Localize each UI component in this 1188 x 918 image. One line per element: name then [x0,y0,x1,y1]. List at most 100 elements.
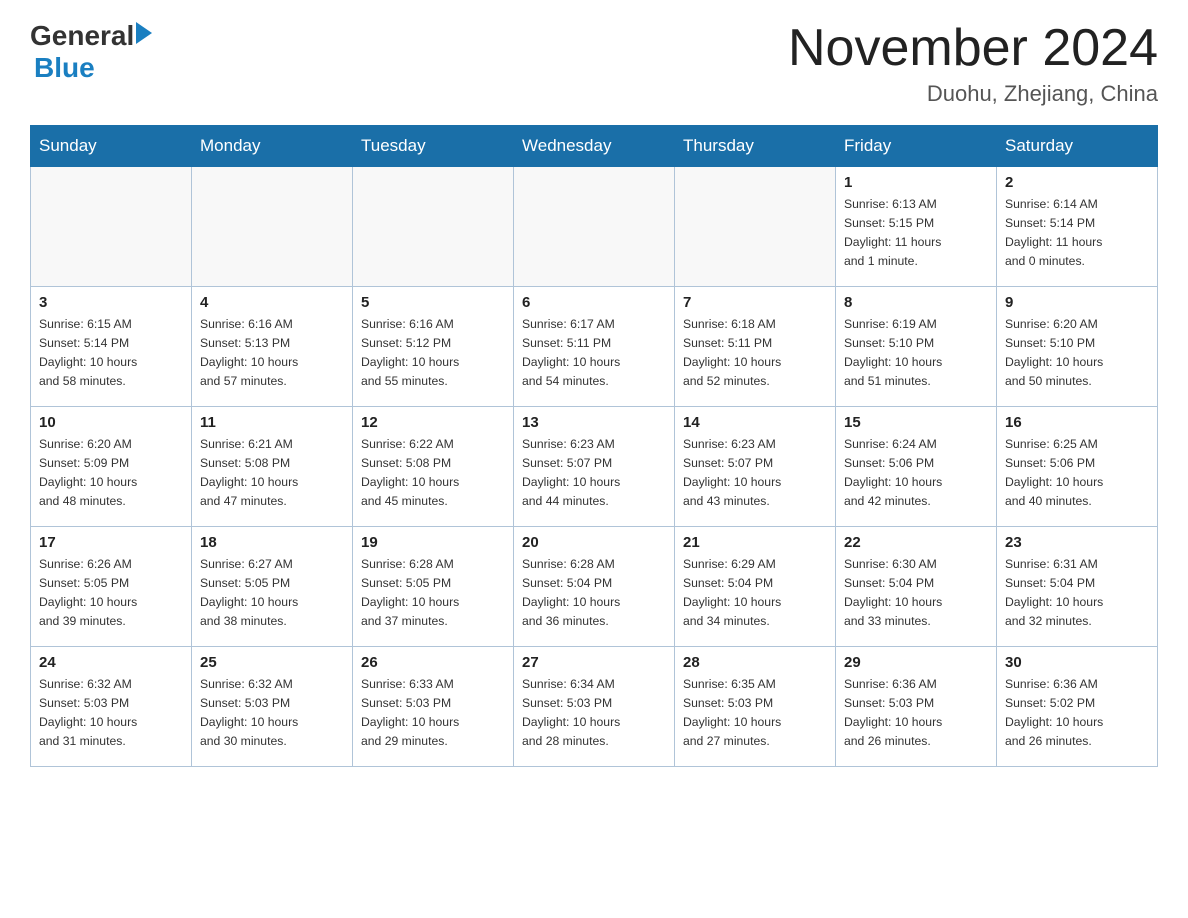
calendar-cell: 1 Sunrise: 6:13 AM Sunset: 5:15 PM Daylig… [836,167,997,287]
column-header-sunday: Sunday [31,126,192,167]
calendar-table: SundayMondayTuesdayWednesdayThursdayFrid… [30,125,1158,767]
calendar-cell [31,167,192,287]
calendar-cell: 18 Sunrise: 6:27 AM Sunset: 5:05 PM Dayli… [192,527,353,647]
day-info: Sunrise: 6:23 AM Sunset: 5:07 PM Dayligh… [683,435,827,511]
calendar-cell: 21 Sunrise: 6:29 AM Sunset: 5:04 PM Dayli… [675,527,836,647]
day-number: 18 [200,534,344,551]
logo-area: General Blue [30,20,152,84]
calendar-cell: 29 Sunrise: 6:36 AM Sunset: 5:03 PM Dayli… [836,647,997,767]
calendar-cell: 10Sunrise: 6:20 AM Sunset: 5:09 PM Dayli… [31,407,192,527]
calendar-cell: 12Sunrise: 6:22 AM Sunset: 5:08 PM Dayli… [353,407,514,527]
day-number: 14 [683,414,827,431]
day-number: 16 [1005,414,1149,431]
day-info: Sunrise: 6:33 AM Sunset: 5:03 PM Dayligh… [361,675,505,751]
calendar-cell: 25 Sunrise: 6:32 AM Sunset: 5:03 PM Dayli… [192,647,353,767]
day-info: Sunrise: 6:21 AM Sunset: 5:08 PM Dayligh… [200,435,344,511]
day-number: 10 [39,414,183,431]
day-info: Sunrise: 6:24 AM Sunset: 5:06 PM Dayligh… [844,435,988,511]
day-number: 9 [1005,294,1149,311]
calendar-cell: 17Sunrise: 6:26 AM Sunset: 5:05 PM Dayli… [31,527,192,647]
logo-general-text: General [30,20,134,52]
day-info: Sunrise: 6:17 AM Sunset: 5:11 PM Dayligh… [522,315,666,391]
day-info: Sunrise: 6:25 AM Sunset: 5:06 PM Dayligh… [1005,435,1149,511]
day-number: 20 [522,534,666,551]
title-area: November 2024 Duohu, Zhejiang, China [788,20,1158,107]
calendar-week-row: 10Sunrise: 6:20 AM Sunset: 5:09 PM Dayli… [31,407,1158,527]
calendar-cell [353,167,514,287]
day-info: Sunrise: 6:29 AM Sunset: 5:04 PM Dayligh… [683,555,827,631]
calendar-cell [675,167,836,287]
page-header: General Blue November 2024 Duohu, Zhejia… [30,20,1158,107]
calendar-week-row: 3Sunrise: 6:15 AM Sunset: 5:14 PM Daylig… [31,287,1158,407]
day-number: 22 [844,534,988,551]
calendar-cell: 16 Sunrise: 6:25 AM Sunset: 5:06 PM Dayli… [997,407,1158,527]
calendar-cell: 5 Sunrise: 6:16 AM Sunset: 5:12 PM Daylig… [353,287,514,407]
day-number: 24 [39,654,183,671]
day-info: Sunrise: 6:31 AM Sunset: 5:04 PM Dayligh… [1005,555,1149,631]
day-number: 13 [522,414,666,431]
day-number: 19 [361,534,505,551]
calendar-cell: 22Sunrise: 6:30 AM Sunset: 5:04 PM Dayli… [836,527,997,647]
calendar-cell [192,167,353,287]
column-header-saturday: Saturday [997,126,1158,167]
day-number: 2 [1005,174,1149,191]
day-info: Sunrise: 6:16 AM Sunset: 5:12 PM Dayligh… [361,315,505,391]
day-number: 8 [844,294,988,311]
day-info: Sunrise: 6:28 AM Sunset: 5:04 PM Dayligh… [522,555,666,631]
calendar-cell: 6 Sunrise: 6:17 AM Sunset: 5:11 PM Daylig… [514,287,675,407]
calendar-title: November 2024 [788,20,1158,77]
calendar-cell: 30 Sunrise: 6:36 AM Sunset: 5:02 PM Dayli… [997,647,1158,767]
calendar-cell: 13 Sunrise: 6:23 AM Sunset: 5:07 PM Dayli… [514,407,675,527]
day-number: 15 [844,414,988,431]
day-number: 23 [1005,534,1149,551]
calendar-cell: 7 Sunrise: 6:18 AM Sunset: 5:11 PM Daylig… [675,287,836,407]
day-info: Sunrise: 6:13 AM Sunset: 5:15 PM Dayligh… [844,195,988,271]
day-number: 17 [39,534,183,551]
column-header-monday: Monday [192,126,353,167]
day-info: Sunrise: 6:36 AM Sunset: 5:02 PM Dayligh… [1005,675,1149,751]
calendar-cell: 28Sunrise: 6:35 AM Sunset: 5:03 PM Dayli… [675,647,836,767]
day-number: 1 [844,174,988,191]
day-number: 11 [200,414,344,431]
day-info: Sunrise: 6:36 AM Sunset: 5:03 PM Dayligh… [844,675,988,751]
day-info: Sunrise: 6:20 AM Sunset: 5:10 PM Dayligh… [1005,315,1149,391]
calendar-cell: 15 Sunrise: 6:24 AM Sunset: 5:06 PM Dayli… [836,407,997,527]
day-number: 21 [683,534,827,551]
day-info: Sunrise: 6:34 AM Sunset: 5:03 PM Dayligh… [522,675,666,751]
day-info: Sunrise: 6:32 AM Sunset: 5:03 PM Dayligh… [200,675,344,751]
day-number: 25 [200,654,344,671]
calendar-cell: 11 Sunrise: 6:21 AM Sunset: 5:08 PM Dayli… [192,407,353,527]
calendar-cell: 9 Sunrise: 6:20 AM Sunset: 5:10 PM Daylig… [997,287,1158,407]
day-info: Sunrise: 6:23 AM Sunset: 5:07 PM Dayligh… [522,435,666,511]
day-info: Sunrise: 6:28 AM Sunset: 5:05 PM Dayligh… [361,555,505,631]
column-header-friday: Friday [836,126,997,167]
day-number: 12 [361,414,505,431]
calendar-cell: 19 Sunrise: 6:28 AM Sunset: 5:05 PM Dayli… [353,527,514,647]
calendar-cell: 27Sunrise: 6:34 AM Sunset: 5:03 PM Dayli… [514,647,675,767]
day-number: 6 [522,294,666,311]
calendar-subtitle: Duohu, Zhejiang, China [788,81,1158,107]
day-info: Sunrise: 6:18 AM Sunset: 5:11 PM Dayligh… [683,315,827,391]
day-number: 28 [683,654,827,671]
calendar-cell: 2Sunrise: 6:14 AM Sunset: 5:14 PM Daylig… [997,167,1158,287]
day-info: Sunrise: 6:27 AM Sunset: 5:05 PM Dayligh… [200,555,344,631]
day-number: 4 [200,294,344,311]
calendar-cell: 3Sunrise: 6:15 AM Sunset: 5:14 PM Daylig… [31,287,192,407]
calendar-cell: 4 Sunrise: 6:16 AM Sunset: 5:13 PM Daylig… [192,287,353,407]
day-number: 5 [361,294,505,311]
day-info: Sunrise: 6:16 AM Sunset: 5:13 PM Dayligh… [200,315,344,391]
day-info: Sunrise: 6:19 AM Sunset: 5:10 PM Dayligh… [844,315,988,391]
calendar-cell: 23 Sunrise: 6:31 AM Sunset: 5:04 PM Dayli… [997,527,1158,647]
day-number: 30 [1005,654,1149,671]
calendar-cell: 24 Sunrise: 6:32 AM Sunset: 5:03 PM Dayli… [31,647,192,767]
calendar-cell: 14 Sunrise: 6:23 AM Sunset: 5:07 PM Dayli… [675,407,836,527]
calendar-week-row: 1 Sunrise: 6:13 AM Sunset: 5:15 PM Daylig… [31,167,1158,287]
day-info: Sunrise: 6:32 AM Sunset: 5:03 PM Dayligh… [39,675,183,751]
column-header-thursday: Thursday [675,126,836,167]
day-number: 7 [683,294,827,311]
logo-arrow-icon [136,22,152,44]
calendar-cell: 20 Sunrise: 6:28 AM Sunset: 5:04 PM Dayli… [514,527,675,647]
calendar-cell: 8 Sunrise: 6:19 AM Sunset: 5:10 PM Daylig… [836,287,997,407]
day-number: 29 [844,654,988,671]
column-header-wednesday: Wednesday [514,126,675,167]
